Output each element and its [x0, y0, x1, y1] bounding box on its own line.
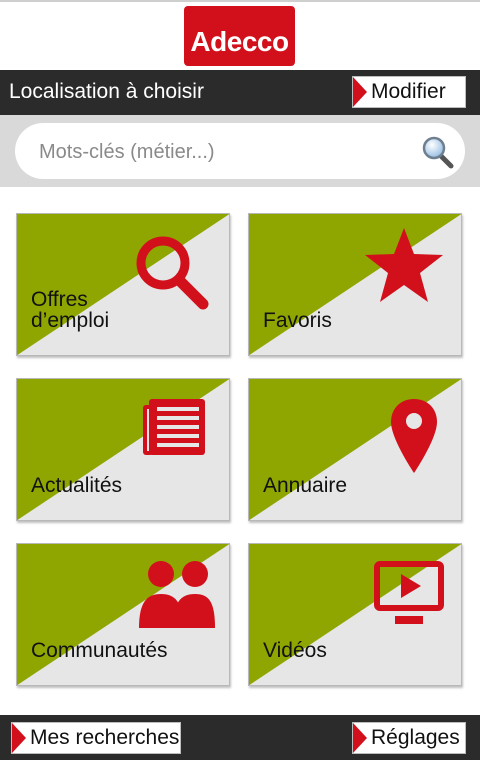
settings-label: Réglages	[371, 726, 460, 749]
adecco-logo: Adecco	[184, 6, 295, 66]
modify-label: Modifier	[371, 80, 446, 103]
video-icon	[374, 561, 444, 624]
map-pin-icon	[391, 399, 437, 473]
tile-videos[interactable]: Vidéos	[248, 543, 462, 686]
tile-label: Annuaire	[263, 474, 348, 497]
tile-label: Favoris	[263, 309, 332, 332]
magnifier-icon	[136, 236, 209, 310]
settings-button[interactable]: Réglages	[352, 722, 466, 754]
tile-job-offers[interactable]: Offres d’emploi	[16, 213, 230, 356]
tile-label: Offres d’emploi	[31, 288, 110, 332]
tile-directory[interactable]: Annuaire	[248, 378, 462, 521]
tile-communities[interactable]: Communautés	[16, 543, 230, 686]
tile-favorites[interactable]: Favoris	[248, 213, 462, 356]
newspaper-icon	[143, 399, 205, 455]
keywords-search-input[interactable]	[37, 137, 411, 167]
star-icon	[365, 228, 443, 302]
my-searches-button[interactable]: Mes recherches	[11, 722, 181, 754]
search-icon[interactable]	[420, 135, 454, 169]
my-searches-label: Mes recherches	[30, 726, 180, 749]
tile-label: Vidéos	[263, 639, 327, 662]
location-label: Localisation à choisir	[9, 80, 204, 103]
search-box	[15, 123, 465, 179]
tile-news[interactable]: Actualités	[16, 378, 230, 521]
arrow-right-icon	[353, 77, 367, 107]
tile-label: Actualités	[31, 474, 123, 497]
app-header: Adecco	[0, 0, 480, 70]
people-icon	[139, 561, 215, 628]
search-bar	[0, 115, 480, 187]
arrow-right-icon	[12, 723, 26, 753]
tile-label: Communautés	[31, 639, 168, 662]
arrow-right-icon	[353, 723, 367, 753]
modify-location-button[interactable]: Modifier	[352, 76, 466, 108]
